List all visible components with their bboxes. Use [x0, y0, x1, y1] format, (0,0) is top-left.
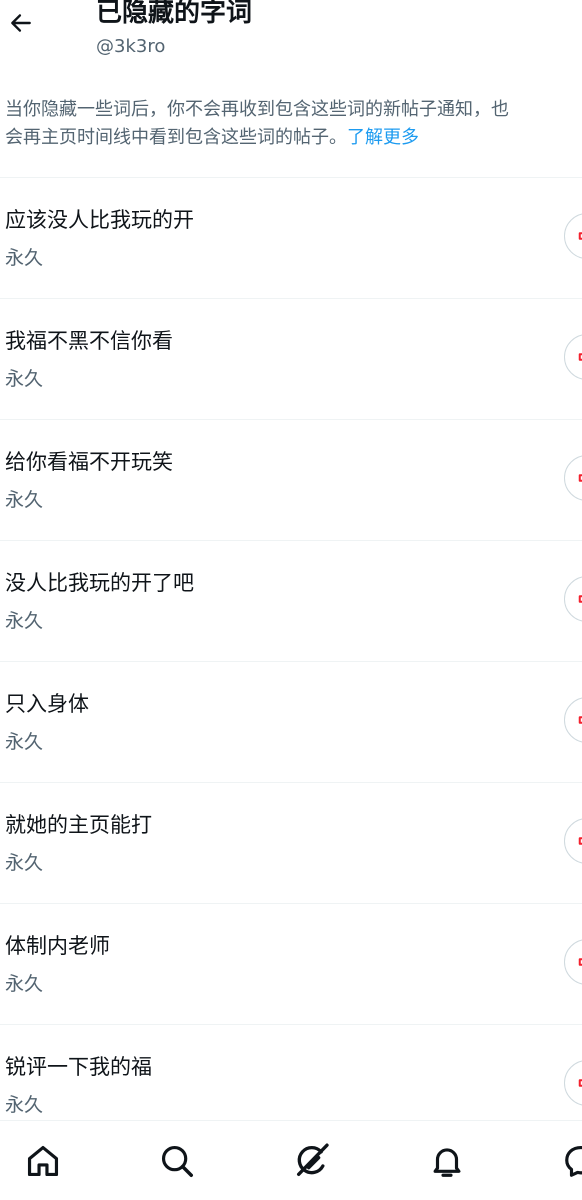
- back-button[interactable]: [4, 6, 38, 40]
- muted-word-row[interactable]: 体制内老师 永久: [0, 904, 582, 1025]
- muted-word-duration: 永久: [5, 489, 44, 511]
- speaker-mute-icon: [578, 837, 582, 845]
- muted-word-row[interactable]: 没人比我玩的开了吧 永久: [0, 541, 582, 662]
- description-line-2: 会再主页时间线中看到包含这些词的帖子。了解更多: [5, 124, 582, 152]
- muted-word-row[interactable]: 就她的主页能打 永久: [0, 783, 582, 904]
- speaker-mute-icon: [578, 474, 582, 482]
- top-bar: 已隐藏的字词 @3k3ro: [0, 0, 582, 76]
- unmute-button[interactable]: [564, 1060, 582, 1106]
- muted-word-text: 锐评一下我的福: [5, 1055, 152, 1079]
- speaker-mute-icon: [578, 232, 582, 240]
- speaker-mute-icon: [578, 1079, 582, 1087]
- unmute-button[interactable]: [564, 455, 582, 501]
- grok-icon: [297, 1143, 329, 1176]
- arrow-left-icon: [11, 14, 31, 32]
- muted-word-duration: 永久: [5, 731, 44, 753]
- unmute-button[interactable]: [564, 334, 582, 380]
- muted-word-text: 没人比我玩的开了吧: [5, 571, 194, 595]
- home-icon: [27, 1145, 59, 1177]
- muted-words-description: 当你隐藏一些词后，你不会再收到包含这些词的新帖子通知，也 会再主页时间线中看到包…: [5, 96, 582, 152]
- tab-grok[interactable]: [290, 1139, 334, 1183]
- muted-word-text: 体制内老师: [5, 934, 110, 958]
- description-line-1: 当你隐藏一些词后，你不会再收到包含这些词的新帖子通知，也: [5, 99, 509, 120]
- tab-search[interactable]: [155, 1139, 199, 1183]
- muted-word-duration: 永久: [5, 368, 44, 390]
- speaker-mute-icon: [578, 353, 582, 361]
- bell-icon: [433, 1148, 461, 1177]
- unmute-button[interactable]: [564, 213, 582, 259]
- muted-word-duration: 永久: [5, 1094, 44, 1116]
- tab-messages[interactable]: [559, 1139, 582, 1183]
- unmute-button[interactable]: [564, 697, 582, 743]
- muted-word-row[interactable]: 我福不黑不信你看 永久: [0, 299, 582, 420]
- tab-notifications[interactable]: [425, 1139, 469, 1183]
- muted-word-text: 就她的主页能打: [5, 813, 152, 837]
- speaker-mute-icon: [578, 958, 582, 966]
- muted-word-duration: 永久: [5, 973, 44, 995]
- bottom-tab-bar: [0, 1120, 582, 1200]
- page-title: 已隐藏的字词: [96, 0, 253, 28]
- search-icon: [161, 1145, 193, 1177]
- description-line-2-text: 会再主页时间线中看到包含这些词的帖子。: [5, 127, 347, 148]
- muted-word-text: 应该没人比我玩的开: [5, 208, 194, 232]
- muted-word-text: 我福不黑不信你看: [5, 329, 173, 353]
- muted-word-duration: 永久: [5, 247, 44, 269]
- muted-word-row[interactable]: 应该没人比我玩的开 永久: [0, 178, 582, 299]
- message-icon: [565, 1145, 582, 1177]
- muted-words-list: 应该没人比我玩的开 永久 我福不黑不信你看 永久 给你看福不开玩笑 永久 没人比…: [0, 177, 582, 1146]
- muted-word-text: 只入身体: [5, 692, 89, 716]
- speaker-mute-icon: [578, 716, 582, 724]
- muted-word-duration: 永久: [5, 610, 44, 632]
- unmute-button[interactable]: [564, 939, 582, 985]
- muted-word-text: 给你看福不开玩笑: [5, 450, 173, 474]
- muted-word-row[interactable]: 给你看福不开玩笑 永久: [0, 420, 582, 541]
- unmute-button[interactable]: [564, 818, 582, 864]
- learn-more-link[interactable]: 了解更多: [347, 127, 419, 148]
- account-handle: @3k3ro: [96, 36, 166, 57]
- speaker-mute-icon: [578, 595, 582, 603]
- unmute-button[interactable]: [564, 576, 582, 622]
- muted-word-duration: 永久: [5, 852, 44, 874]
- muted-word-row[interactable]: 只入身体 永久: [0, 662, 582, 783]
- tab-home[interactable]: [21, 1139, 65, 1183]
